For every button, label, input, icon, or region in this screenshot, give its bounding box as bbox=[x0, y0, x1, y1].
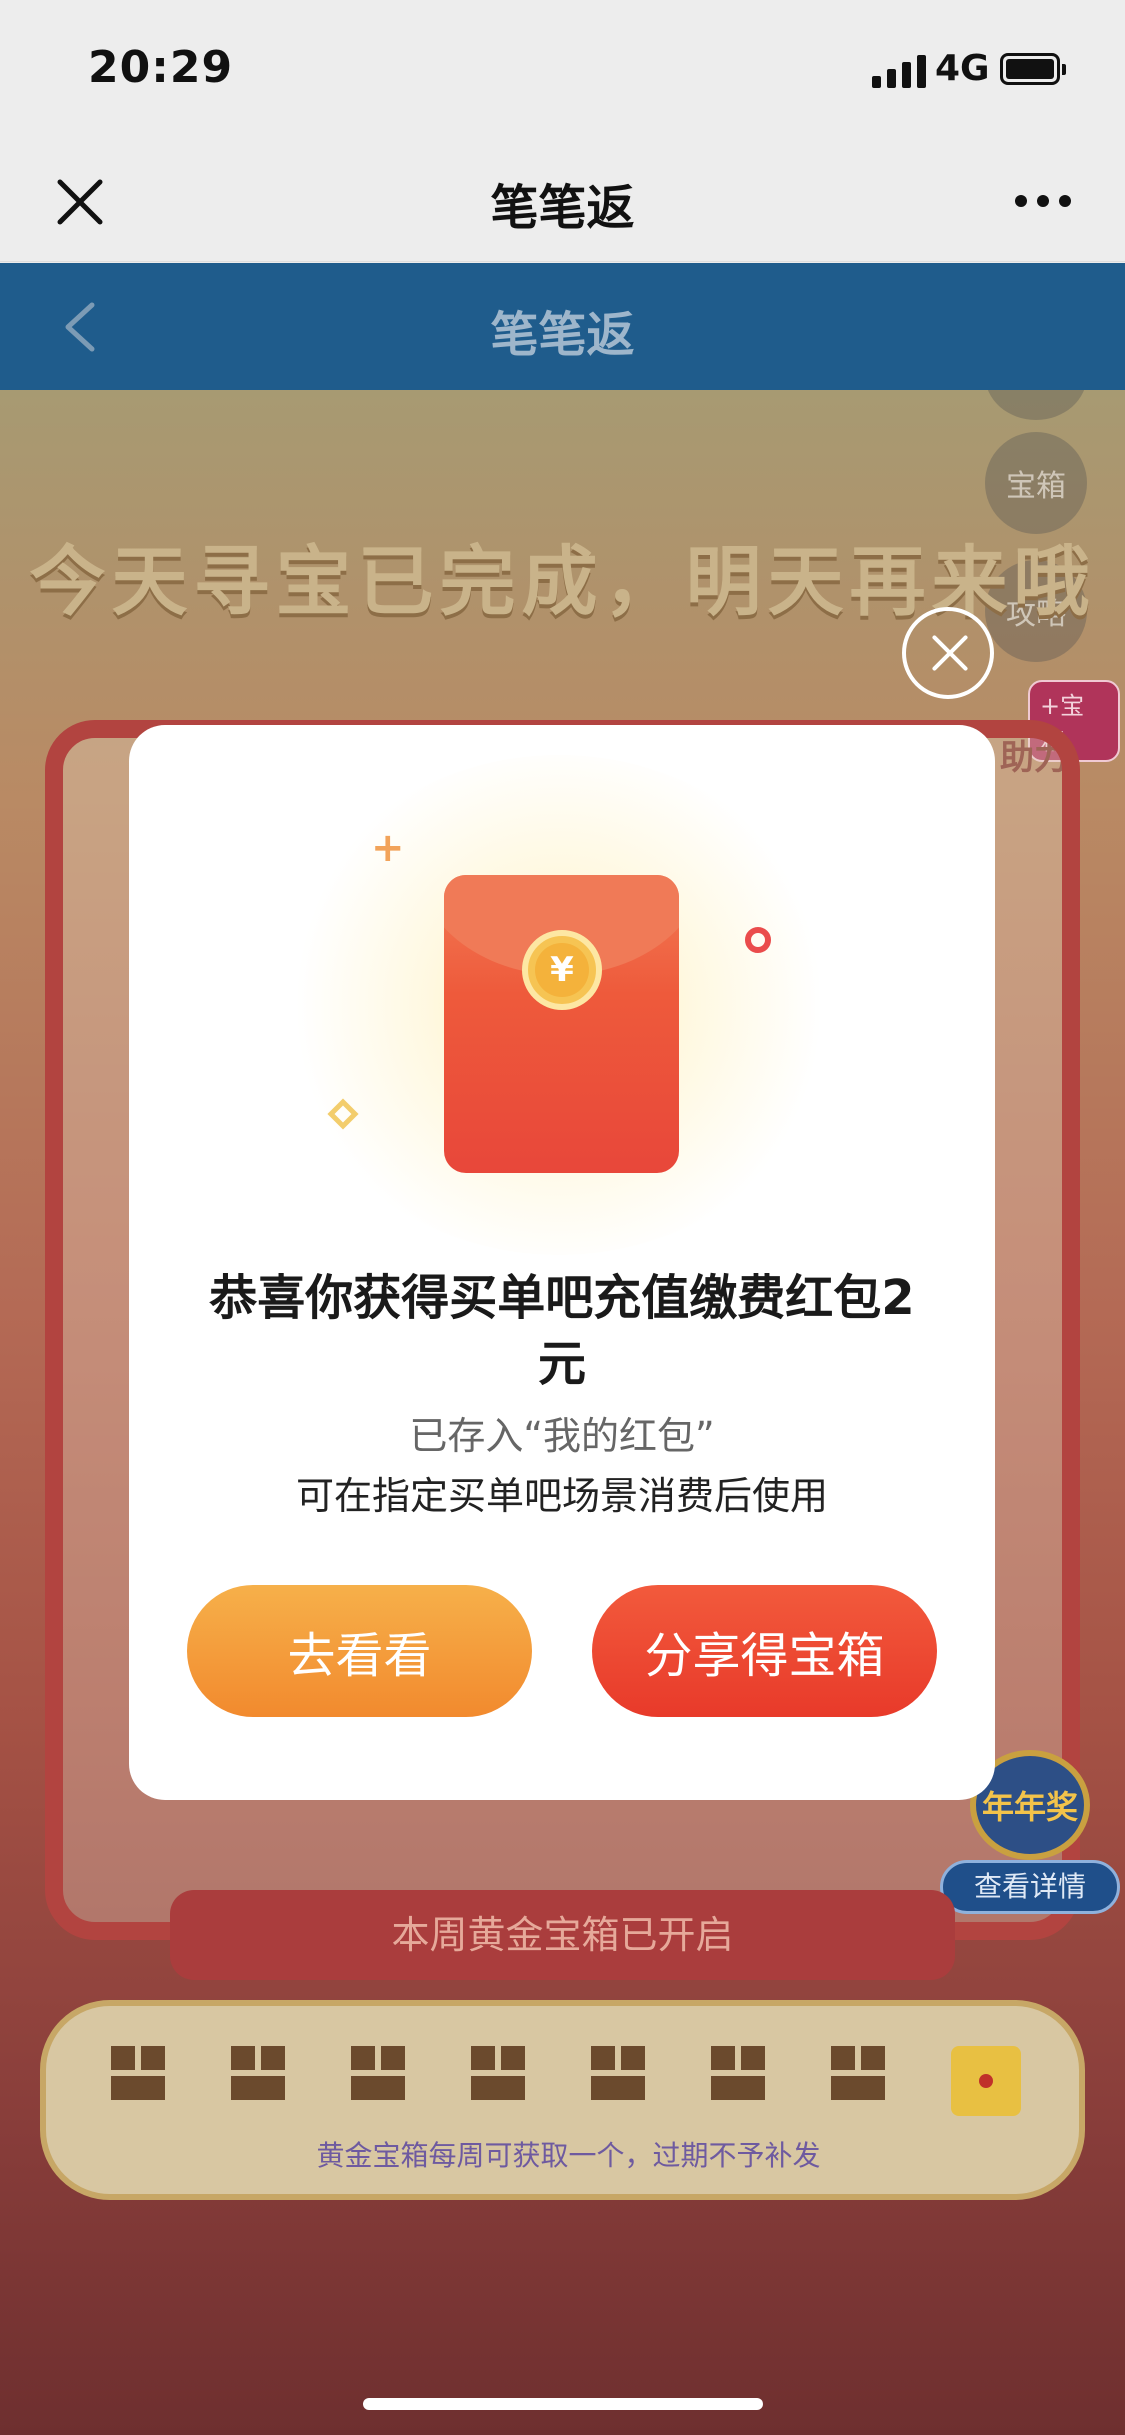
status-time: 20:29 bbox=[88, 42, 234, 93]
more-icon[interactable] bbox=[1015, 195, 1071, 207]
signal-icon bbox=[872, 52, 926, 88]
red-envelope-icon bbox=[444, 875, 679, 1173]
red-packet-modal: + ¥ 恭喜你获得买单吧充值缴费红包2元 已存入“我的红包” 可在指定买单吧场景… bbox=[129, 725, 995, 1800]
nav-title: 笔笔返 bbox=[490, 180, 635, 236]
coin-symbol: ¥ bbox=[535, 943, 589, 997]
share-chest-button[interactable]: 分享得宝箱 bbox=[592, 1585, 937, 1717]
modal-title: 恭喜你获得买单吧充值缴费红包2元 bbox=[209, 1270, 915, 1392]
status-bar: 20:29 4G bbox=[0, 0, 1125, 140]
battery-icon bbox=[1000, 53, 1066, 85]
modal-close-icon[interactable] bbox=[902, 607, 994, 699]
go-look-button[interactable]: 去看看 bbox=[187, 1585, 532, 1717]
modal-description: 可在指定买单吧场景消费后使用 bbox=[295, 1474, 828, 1518]
yuan-coin-icon: ¥ bbox=[522, 930, 602, 1010]
wechat-nav-bar: 笔笔返 bbox=[0, 140, 1125, 262]
sparkle-plus-icon: + bbox=[371, 825, 405, 871]
network-type: 4G bbox=[935, 48, 990, 89]
sparkle-ring-icon bbox=[745, 927, 771, 953]
modal-subtitle: 已存入“我的红包” bbox=[409, 1414, 715, 1458]
home-indicator[interactable] bbox=[363, 2398, 763, 2410]
